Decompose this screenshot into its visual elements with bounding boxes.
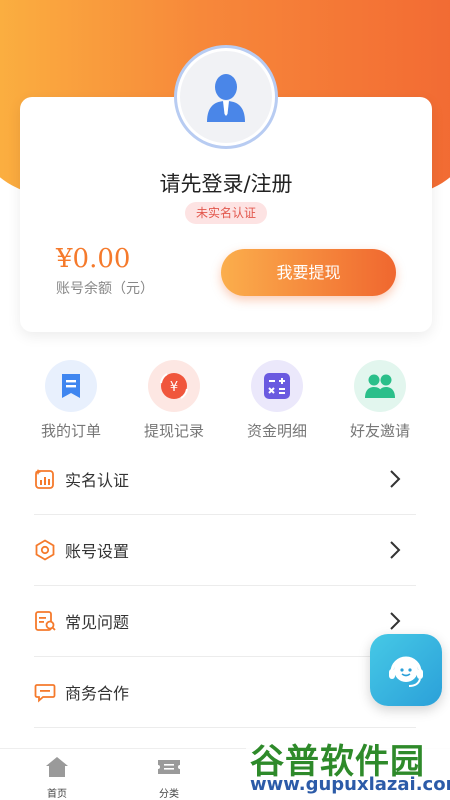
user-avatar-icon <box>207 74 245 122</box>
tab-label: 分类 <box>159 789 179 800</box>
chat-icon <box>34 684 56 703</box>
menu-item-account-settings[interactable]: 账号设置 <box>34 515 416 586</box>
headset-icon <box>389 656 423 687</box>
ticket-icon <box>158 760 180 774</box>
menu-item-label: 实名认证 <box>65 471 130 490</box>
quick-action-label: 好友邀请 <box>349 422 410 440</box>
site-watermark: 谷普软件园 www.gupuxlazai.com <box>246 730 450 800</box>
settings-icon <box>35 539 55 561</box>
orders-icon <box>45 360 97 412</box>
watermark-url: www.gupuxlazai.com <box>250 774 450 795</box>
menu-item-label: 常见问题 <box>65 613 130 632</box>
menu-item-verification[interactable]: 实名认证 <box>34 444 416 515</box>
quick-action-invite-friends[interactable]: 好友邀请 <box>335 360 425 441</box>
balance-label: 账号余额（元） <box>56 281 154 297</box>
quick-action-label: 资金明细 <box>246 422 307 440</box>
friends-icon <box>354 360 406 412</box>
verify-status-badge: 未实名认证 <box>185 202 267 224</box>
svg-text:¥: ¥ <box>170 380 178 395</box>
home-icon <box>46 757 68 777</box>
tab-label: 首页 <box>47 789 67 800</box>
withdraw-record-icon: ¥ <box>148 360 200 412</box>
calculator-icon <box>251 360 303 412</box>
menu-item-label: 账号设置 <box>65 542 130 561</box>
tab-category[interactable]: 分类 <box>129 755 209 800</box>
tab-home[interactable]: 首页 <box>17 755 97 800</box>
withdraw-button[interactable]: 我要提现 <box>221 249 396 296</box>
quick-action-fund-details[interactable]: 资金明细 <box>232 360 322 441</box>
quick-action-orders[interactable]: 我的订单 <box>26 360 116 441</box>
menu-item-label: 商务合作 <box>65 684 130 703</box>
faq-icon <box>35 611 56 631</box>
quick-action-label: 我的订单 <box>40 422 101 440</box>
avatar[interactable] <box>174 45 278 149</box>
quick-action-withdraw-record[interactable]: ¥ 提现记录 <box>129 360 219 441</box>
chevron-right-icon <box>390 470 401 488</box>
quick-action-label: 提现记录 <box>143 422 204 440</box>
verify-chart-icon <box>35 469 54 489</box>
menu-item-business[interactable]: 商务合作 <box>34 657 416 728</box>
customer-service-button[interactable] <box>370 634 442 706</box>
login-register-link[interactable]: 请先登录/注册 <box>0 168 450 198</box>
chevron-right-icon <box>390 612 401 630</box>
chevron-right-icon <box>390 541 401 559</box>
balance-amount: ¥0.00 <box>56 244 131 274</box>
menu-item-faq[interactable]: 常见问题 <box>34 586 416 657</box>
